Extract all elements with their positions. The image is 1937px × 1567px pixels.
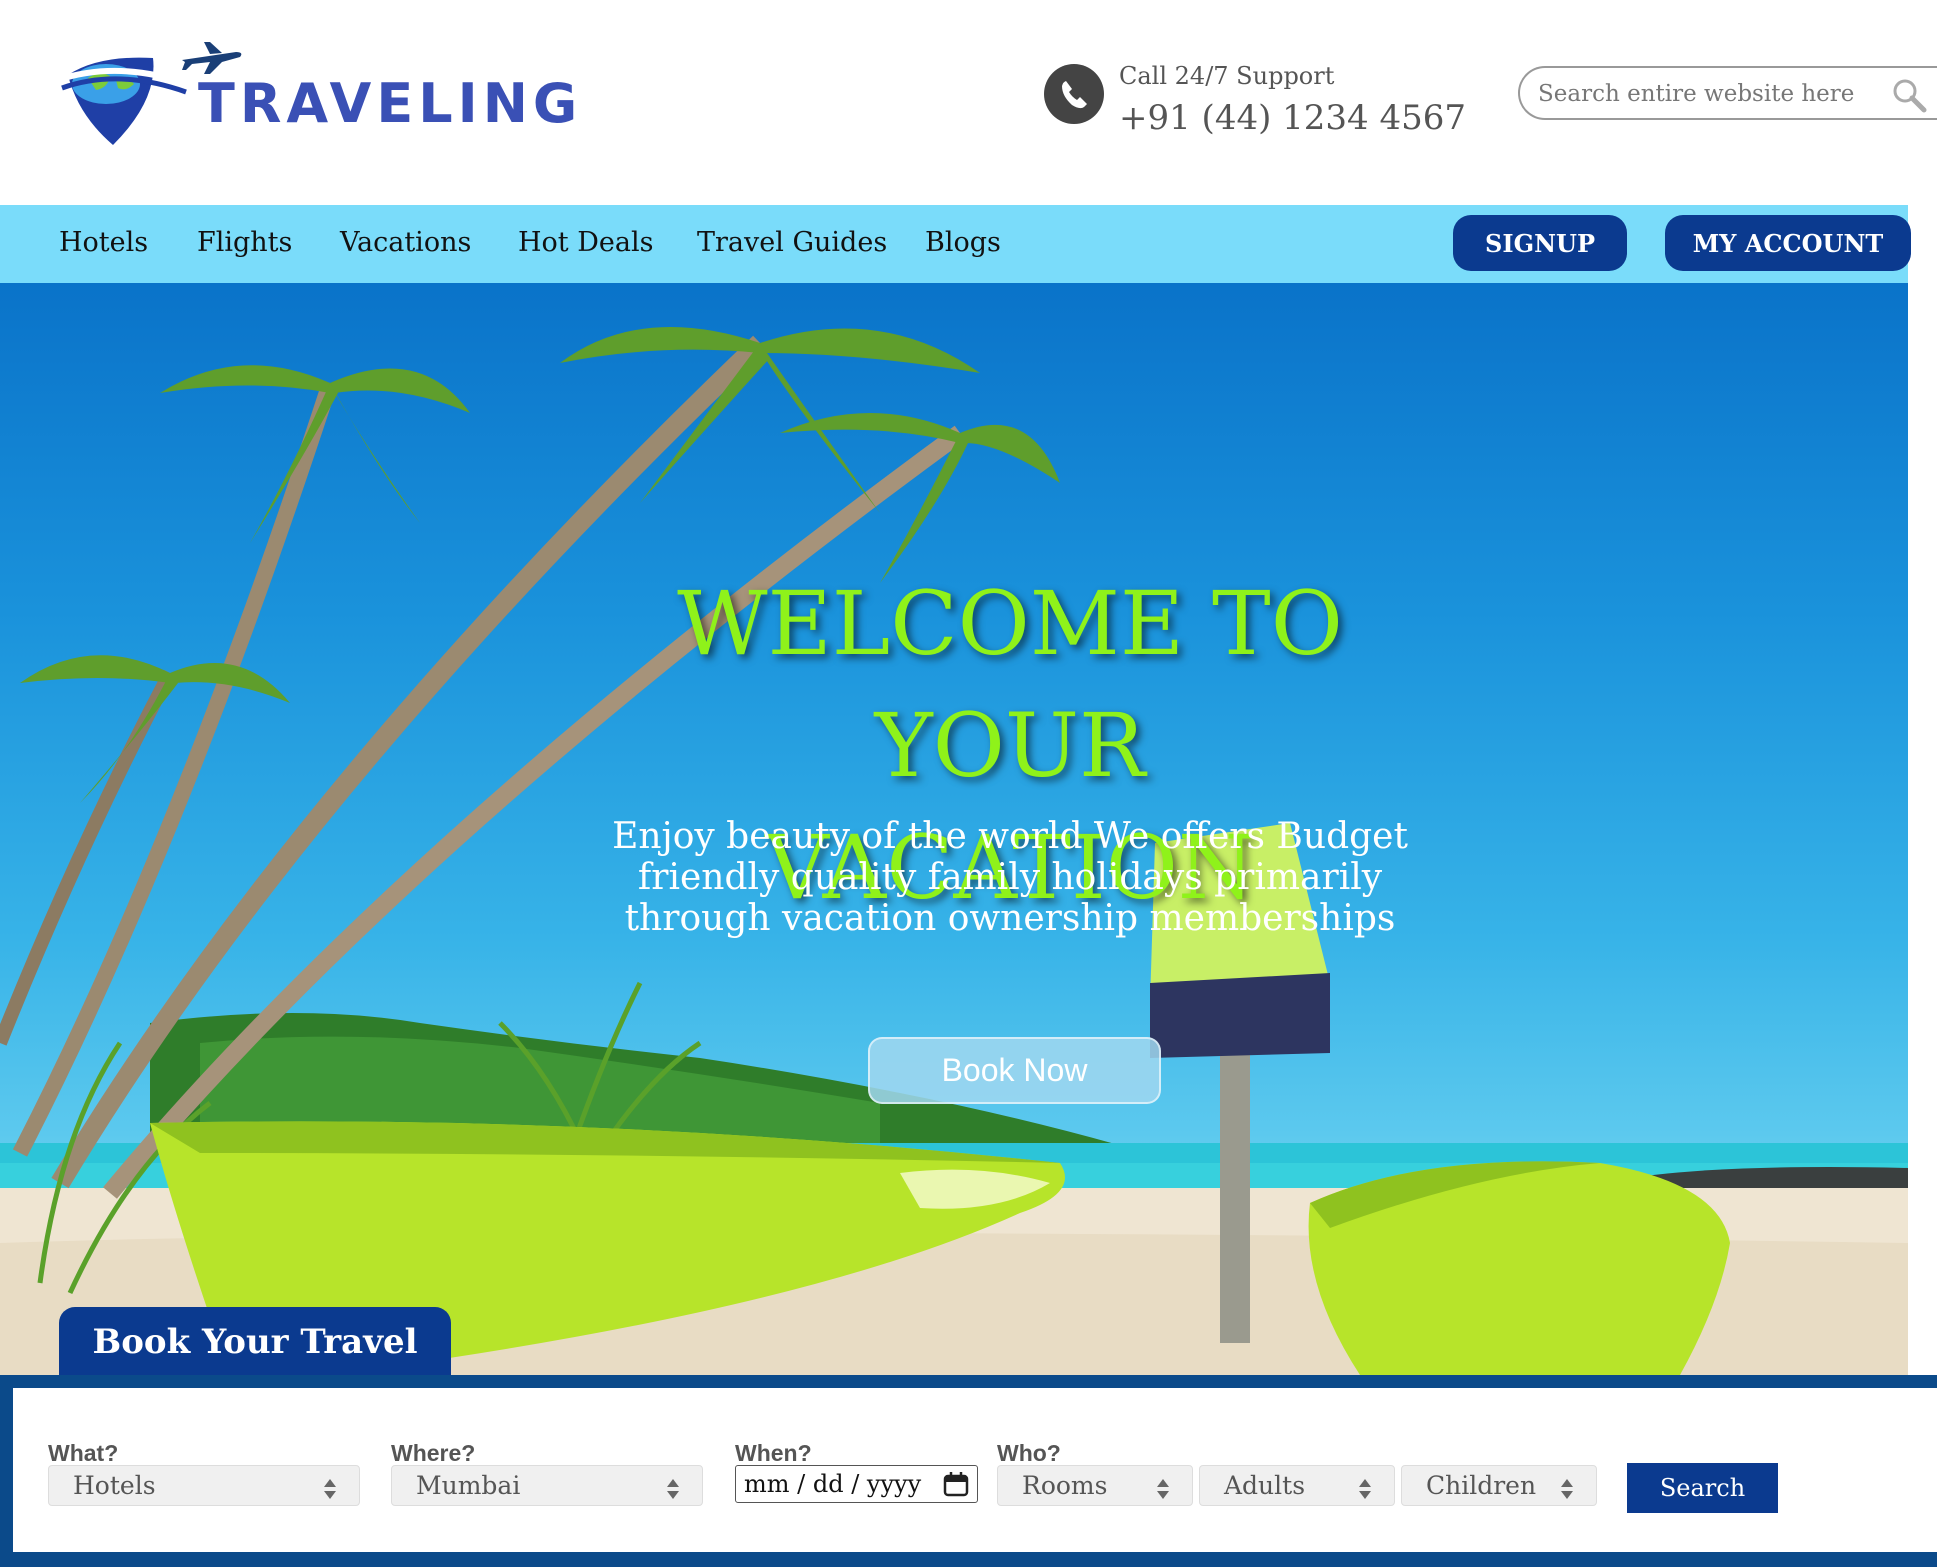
site-header: TRAVELING Call 24/7 Support +91 (44) 123… (0, 0, 1937, 205)
search-icon[interactable] (1890, 76, 1928, 114)
where-select[interactable]: Mumbai (391, 1465, 703, 1506)
phone-icon[interactable] (1044, 64, 1104, 124)
what-select[interactable]: Hotels (48, 1465, 360, 1506)
spinner-arrows-icon (324, 1479, 336, 1499)
spinner-arrows-icon (667, 1479, 679, 1499)
hero-title-line1: WELCOME TO YOUR (677, 572, 1343, 797)
support-contact: Call 24/7 Support +91 (44) 1234 4567 (1044, 62, 1466, 147)
where-value: Mumbai (416, 1471, 521, 1500)
logo-text: TRAVELING (198, 72, 583, 135)
book-now-button[interactable]: Book Now (868, 1037, 1161, 1104)
my-account-button[interactable]: MY ACCOUNT (1665, 215, 1911, 271)
booking-form: What? Hotels Where? Mumbai When? mm / dd… (13, 1388, 1937, 1552)
spinner-arrows-icon (1561, 1479, 1573, 1499)
search-button[interactable]: Search (1627, 1463, 1778, 1513)
nav-item-vacations[interactable]: Vacations (340, 227, 471, 258)
book-your-travel-tab[interactable]: Book Your Travel (59, 1307, 451, 1375)
nav-item-travel-guides[interactable]: Travel Guides (697, 227, 887, 258)
nav-item-hotels[interactable]: Hotels (59, 227, 148, 258)
nav-item-blogs[interactable]: Blogs (925, 227, 1001, 258)
site-search (1518, 66, 1937, 120)
date-input[interactable]: mm / dd / yyyy (735, 1465, 978, 1503)
adults-value: Adults (1224, 1471, 1306, 1500)
nav-item-hot-deals[interactable]: Hot Deals (518, 227, 653, 258)
booking-bar: What? Hotels Where? Mumbai When? mm / dd… (0, 1375, 1937, 1567)
hero-subtitle: Enjoy beauty of the world We offers Budg… (612, 816, 1408, 939)
rooms-value: Rooms (1022, 1471, 1108, 1500)
site-logo[interactable]: TRAVELING (58, 40, 598, 155)
calendar-icon[interactable] (943, 1471, 969, 1497)
search-input[interactable] (1538, 76, 1878, 112)
spinner-arrows-icon (1359, 1479, 1371, 1499)
what-label: What? (48, 1440, 119, 1466)
children-select[interactable]: Children (1401, 1465, 1597, 1506)
nav-item-flights[interactable]: Flights (197, 227, 292, 258)
spinner-arrows-icon (1157, 1479, 1169, 1499)
plane-icon (182, 42, 242, 74)
hero-banner: WELCOME TO YOUR VACATION Enjoy beauty of… (0, 283, 1908, 1375)
support-label: Call 24/7 Support (1119, 62, 1335, 90)
what-value: Hotels (73, 1471, 156, 1500)
when-label: When? (735, 1440, 812, 1466)
support-phone[interactable]: +91 (44) 1234 4567 (1119, 98, 1466, 138)
date-value: mm / dd / yyyy (744, 1470, 922, 1498)
who-label: Who? (997, 1440, 1061, 1466)
children-value: Children (1426, 1471, 1537, 1500)
where-label: Where? (391, 1440, 476, 1466)
rooms-select[interactable]: Rooms (997, 1465, 1193, 1506)
main-nav: Hotels Flights Vacations Hot Deals Trave… (0, 205, 1911, 283)
signup-button[interactable]: SIGNUP (1453, 215, 1627, 271)
adults-select[interactable]: Adults (1199, 1465, 1395, 1506)
